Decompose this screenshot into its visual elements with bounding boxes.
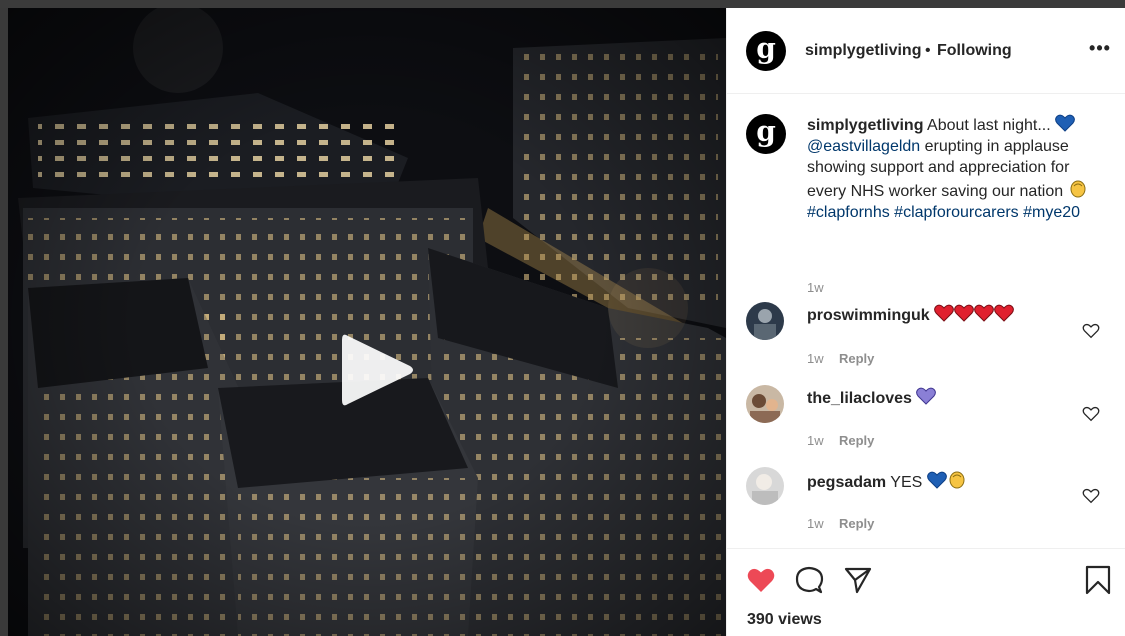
comment-username[interactable]: pegsadam [807, 474, 886, 491]
comment-item: pegsadam YES 1w Reply [746, 467, 1116, 537]
like-comment-heart-icon[interactable] [1082, 405, 1100, 423]
comment-timestamp[interactable]: 1w [807, 516, 824, 531]
share-paper-plane-icon[interactable] [843, 565, 873, 595]
comment-text: pegsadam YES [807, 469, 967, 493]
comments-section: g simplygetliving About last night... @e… [727, 95, 1125, 548]
red-heart-icon [934, 304, 1015, 324]
hashtag-clapfornhs[interactable]: #clapfornhs [807, 204, 890, 221]
comment-timestamp[interactable]: 1w [807, 351, 824, 366]
reply-button[interactable]: Reply [839, 351, 874, 366]
like-comment-heart-icon[interactable] [1082, 322, 1100, 340]
caption-body: About last night... [927, 117, 1056, 134]
caption-username[interactable]: simplygetliving [807, 117, 923, 134]
avatar[interactable] [746, 467, 784, 505]
comment-body: YES [890, 474, 923, 491]
avatar[interactable] [746, 302, 784, 340]
save-bookmark-icon[interactable] [1083, 565, 1113, 595]
like-comment-heart-icon[interactable] [1082, 487, 1100, 505]
comment-timestamp[interactable]: 1w [807, 433, 824, 448]
comment-text: the_lilacloves [807, 387, 937, 409]
avatar[interactable]: g [746, 114, 786, 154]
header-separator: • [925, 42, 931, 59]
clapping-hands-icon [1070, 180, 1086, 198]
comment-username[interactable]: the_lilacloves [807, 390, 912, 407]
comment-bubble-icon[interactable] [794, 565, 824, 595]
caption-timestamp[interactable]: 1w [807, 280, 824, 295]
reply-button[interactable]: Reply [839, 433, 874, 448]
video-vignette [8, 8, 726, 636]
like-heart-icon[interactable] [746, 565, 776, 595]
comment-username[interactable]: proswimminguk [807, 307, 930, 324]
hashtag-mye20[interactable]: #mye20 [1023, 204, 1080, 221]
post-side-panel: g simplygetliving • Following ••• g simp… [726, 8, 1125, 636]
comment-item: the_lilacloves 1w Reply [746, 385, 1116, 455]
avatar[interactable]: g [746, 31, 786, 71]
blue-heart-icon [1055, 114, 1075, 132]
action-bar: 390 views [727, 548, 1125, 636]
following-button[interactable]: Following [937, 42, 1012, 60]
video-player[interactable] [8, 8, 726, 636]
post-header: g simplygetliving • Following ••• [727, 8, 1125, 94]
purple-heart-icon [916, 387, 937, 405]
comment-text: proswimminguk [807, 304, 1015, 326]
caption-text: simplygetliving About last night... @eas… [807, 114, 1107, 223]
comment-item: proswimminguk 1w Reply [746, 302, 1116, 372]
hashtag-clapforourcarers[interactable]: #clapforourcarers [894, 204, 1019, 221]
mention-link[interactable]: @eastvillageldn [807, 138, 920, 155]
clapping-hands-icon [949, 471, 965, 489]
reply-button[interactable]: Reply [839, 516, 874, 531]
blue-heart-icon [926, 471, 947, 489]
views-count[interactable]: 390 views [747, 611, 822, 629]
play-icon[interactable] [338, 328, 418, 412]
header-username[interactable]: simplygetliving [805, 42, 921, 60]
avatar[interactable] [746, 385, 784, 423]
more-options-icon[interactable]: ••• [1085, 38, 1115, 62]
window-top-strip [0, 0, 1125, 8]
